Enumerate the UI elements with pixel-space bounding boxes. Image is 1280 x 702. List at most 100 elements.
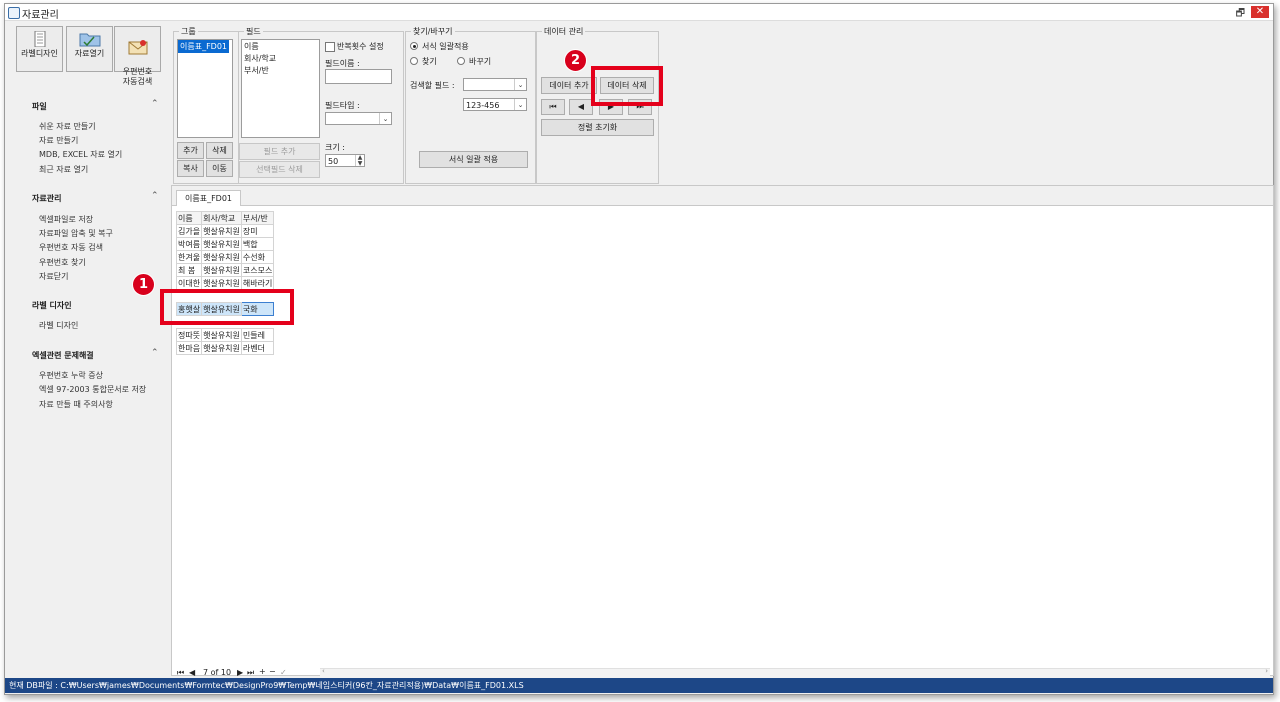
menu-compress-repair[interactable]: 자료파일 압축 및 복구 [39, 228, 113, 239]
data-table[interactable]: 이름 회사/학교 부서/반 김가을 햇살유치원 장미 박여름 햇살유치원 백합 한겨울 햇살유… [175, 211, 275, 355]
format-select[interactable]: 123-456 ⌄ [463, 98, 527, 111]
column-header[interactable]: 회사/학교 [201, 211, 242, 225]
table-cell[interactable]: 박여름 [175, 237, 203, 251]
field-list-item[interactable]: 이름 [242, 40, 319, 53]
chevron-down-icon[interactable]: ⌄ [379, 113, 391, 124]
menu-cautions[interactable]: 자료 만들 때 주의사항 [39, 399, 113, 410]
reset-sort-button[interactable]: 정렬 초기화 [541, 119, 654, 136]
table-cell[interactable]: 햇살유치원 [201, 341, 242, 355]
label-design-button[interactable]: 라벨디자인 [16, 26, 63, 72]
restore-icon[interactable]: 🗗 [1236, 6, 1245, 23]
menu-postcode-find[interactable]: 우편번호 찾기 [39, 257, 86, 268]
table-row[interactable]: 박여름 햇살유치원 백합 [175, 237, 275, 251]
field-list[interactable]: 이름 회사/학교 부서/반 [241, 39, 320, 138]
chevron-up-icon[interactable]: ⌃ [151, 348, 159, 358]
table-cell[interactable]: 햇살유치원 [201, 328, 242, 342]
group-list[interactable]: 이름표_FD01 [177, 39, 233, 138]
add-field-button[interactable]: 필드 추가 [239, 143, 320, 160]
menu-easy-create[interactable]: 쉬운 자료 만들기 [39, 121, 96, 132]
table-cell[interactable]: 햇살유치원 [201, 237, 242, 251]
field-name-input[interactable] [325, 69, 392, 84]
prev-page-icon[interactable]: ◀ [189, 668, 195, 677]
scroll-left-icon[interactable]: ‹ [322, 667, 325, 675]
repeat-checkbox[interactable] [325, 42, 335, 52]
group-add-button[interactable]: 추가 [177, 142, 204, 159]
field-type-select[interactable]: ⌄ [325, 112, 392, 125]
postcode-search-button[interactable]: 우편번호 자동검색 [114, 26, 161, 86]
first-record-icon[interactable]: ⏮ [541, 99, 565, 115]
chevron-up-icon[interactable]: ⌃ [151, 191, 159, 201]
menu-create[interactable]: 자료 만들기 [39, 135, 78, 146]
table-cell[interactable]: 햇살유치원 [201, 263, 242, 277]
search-field-select[interactable]: ⌄ [463, 78, 527, 91]
size-stepper[interactable]: 50 ▲ ▼ [325, 154, 365, 167]
first-page-icon[interactable]: ⏮ [177, 668, 184, 678]
section-label-header[interactable]: 라벨 디자인 [32, 300, 72, 311]
menu-close-data[interactable]: 자료닫기 [39, 271, 68, 282]
table-cell[interactable]: 한겨울 [175, 250, 203, 264]
group-move-button[interactable]: 이동 [206, 160, 233, 177]
table-cell[interactable]: 햇살유치원 [201, 250, 242, 264]
next-page-icon[interactable]: ▶ [237, 668, 243, 677]
menu-save-97-2003[interactable]: 엑셀 97-2003 통합문서로 저장 [39, 384, 146, 395]
table-cell[interactable]: 이대한 [175, 276, 203, 290]
scroll-right-icon[interactable]: › [1265, 667, 1268, 675]
table-cell[interactable]: 라벤더 [240, 341, 275, 355]
open-data-button[interactable]: 자료열기 [66, 26, 113, 72]
chevron-down-icon[interactable]: ⌄ [514, 99, 526, 110]
table-row[interactable]: 이대한 햇살유치원 해바라기 [175, 276, 275, 290]
table-cell[interactable]: 햇살유치원 [201, 276, 242, 290]
field-list-item[interactable]: 부서/반 [242, 64, 319, 77]
table-cell[interactable]: 수선화 [240, 250, 275, 264]
menu-recent[interactable]: 최근 자료 열기 [39, 164, 88, 175]
group-list-item[interactable]: 이름표_FD01 [178, 40, 230, 53]
group-delete-button[interactable]: 삭제 [206, 142, 233, 159]
tab-name-sheet[interactable]: 이름표_FD01 [176, 190, 242, 206]
column-header[interactable]: 이름 [175, 211, 203, 225]
remove-record-icon[interactable]: − [269, 667, 276, 676]
section-excel-header[interactable]: 엑셀관련 문제해결 [32, 350, 94, 361]
table-cell[interactable]: 민들레 [240, 328, 275, 342]
section-data-header[interactable]: 자료관리 [32, 193, 61, 204]
table-row[interactable]: 김가을 햇살유치원 장미 [175, 224, 275, 238]
chevron-up-icon[interactable]: ⌃ [151, 99, 159, 109]
menu-label-design[interactable]: 라벨 디자인 [39, 320, 78, 331]
group-copy-button[interactable]: 복사 [177, 160, 204, 177]
apply-format-button[interactable]: 서식 일괄 적용 [419, 151, 528, 168]
find-radio[interactable] [410, 57, 418, 65]
table-cell[interactable]: 해바라기 [240, 276, 275, 290]
table-cell[interactable]: 백합 [240, 237, 275, 251]
table-cell[interactable]: 정따뜻 [175, 328, 203, 342]
table-cell[interactable]: 장미 [240, 224, 275, 238]
prev-record-icon[interactable]: ◀ [569, 99, 593, 115]
table-cell[interactable]: 한마음 [175, 341, 203, 355]
menu-save-excel[interactable]: 엑셀파일로 저장 [39, 214, 93, 225]
close-button[interactable]: ✕ [1251, 6, 1269, 18]
table-cell[interactable]: 햇살유치원 [201, 224, 242, 238]
spin-arrows-icon[interactable]: ▲ ▼ [355, 155, 364, 167]
table-row[interactable]: 정따뜻 햇살유치원 민들레 [175, 328, 275, 342]
confirm-icon[interactable]: ✓ [280, 668, 287, 677]
callout-badge-one: 1 [132, 273, 155, 296]
chevron-down-icon[interactable]: ⌄ [514, 79, 526, 90]
status-bar: 현재 DB파일 : C:₩Users₩james₩Documents₩Formt… [5, 678, 1273, 693]
table-row[interactable]: 한겨울 햇살유치원 수선화 [175, 250, 275, 264]
table-row[interactable]: 최 봄 햇살유치원 코스모스 [175, 263, 275, 277]
add-record-icon[interactable]: + [259, 667, 266, 676]
apply-all-radio[interactable] [410, 42, 418, 50]
table-row[interactable]: 한마음 햇살유치원 라벤더 [175, 341, 275, 355]
menu-open-mdb-excel[interactable]: MDB, EXCEL 자료 열기 [39, 149, 122, 160]
replace-radio[interactable] [457, 57, 465, 65]
last-page-icon[interactable]: ⏭ [247, 668, 254, 678]
menu-postcode-auto[interactable]: 우편번호 자동 검색 [39, 242, 103, 253]
field-list-item[interactable]: 회사/학교 [242, 53, 319, 64]
menu-postcode-missing[interactable]: 우편번호 누락 증상 [39, 370, 103, 381]
delete-field-button[interactable]: 선택필드 삭제 [239, 161, 320, 178]
column-header[interactable]: 부서/반 [240, 211, 275, 225]
add-data-button[interactable]: 데이터 추가 [541, 77, 597, 94]
table-cell[interactable]: 최 봄 [175, 263, 203, 277]
table-cell[interactable]: 김가을 [175, 224, 203, 238]
table-cell[interactable]: 코스모스 [240, 263, 275, 277]
section-file-header[interactable]: 파일 [32, 101, 47, 112]
horizontal-scrollbar[interactable]: ‹ › [320, 667, 1270, 678]
